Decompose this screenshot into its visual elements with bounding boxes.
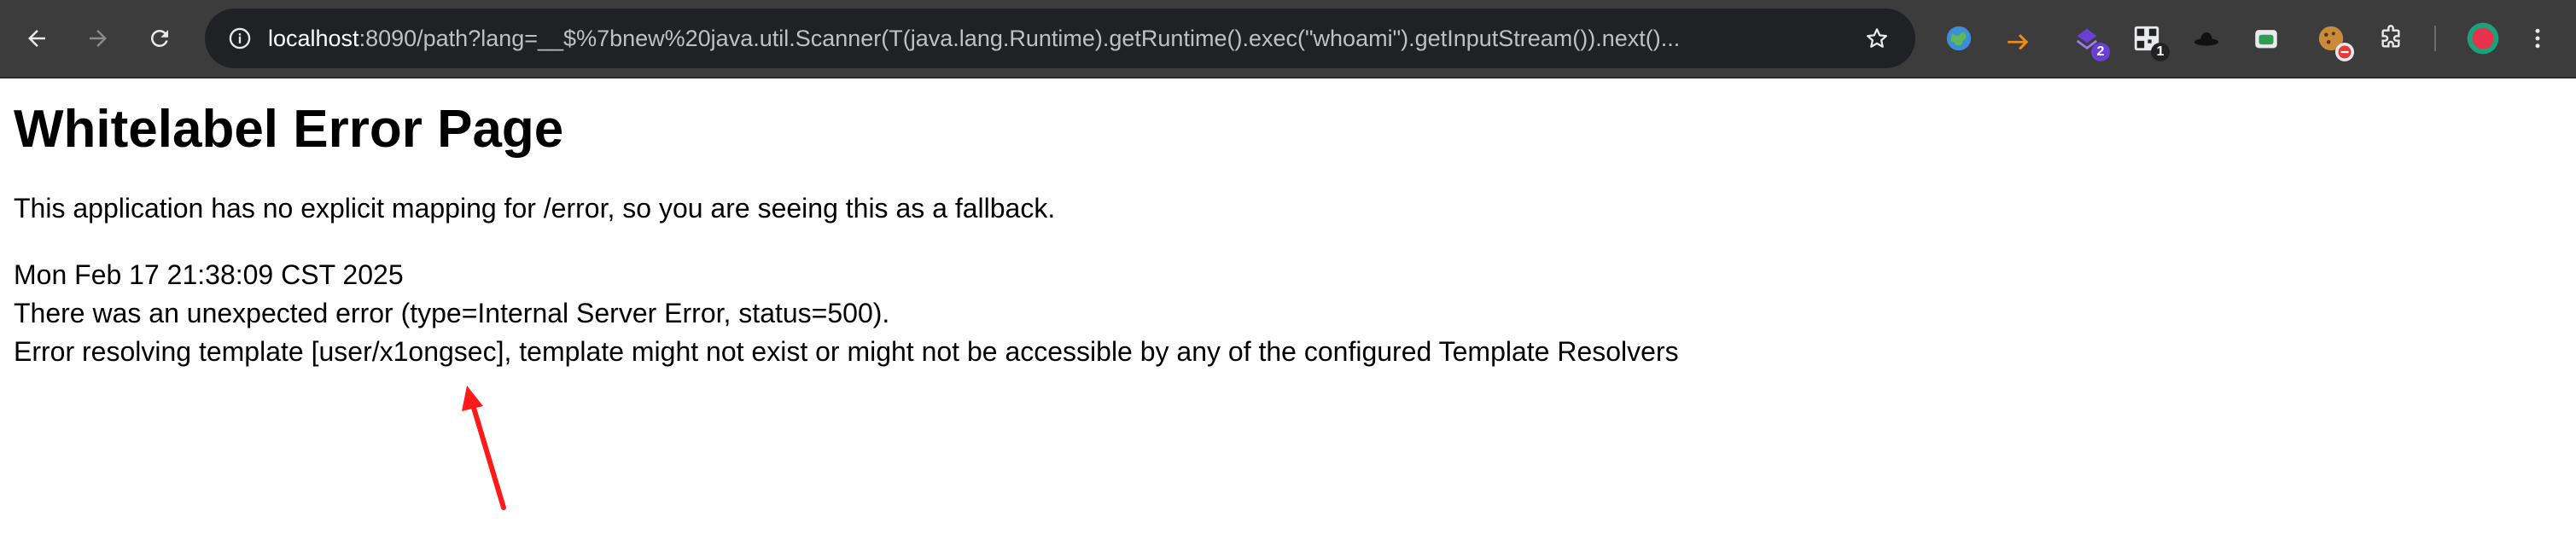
address-bar[interactable]: localhost:8090/path?lang=__$%7bnew%20jav… xyxy=(205,9,1915,68)
red-annotation-arrow-shaft xyxy=(469,397,506,510)
error-detail-text: Error resolving template [user/x1ongsec]… xyxy=(14,336,1679,367)
profile-avatar[interactable] xyxy=(2462,17,2504,60)
site-info-button[interactable] xyxy=(220,19,259,58)
forward-arrow-icon xyxy=(90,30,107,47)
back-arrow-icon xyxy=(28,30,45,47)
url-path: :8090/path?lang=__$%7bnew%20java.util.Sc… xyxy=(358,26,1681,51)
qr-extension-icon[interactable]: 1 xyxy=(2125,17,2170,61)
forward-button[interactable] xyxy=(79,19,118,58)
hat-extension-icon[interactable] xyxy=(2185,17,2228,60)
url-text[interactable]: localhost:8090/path?lang=__$%7bnew%20jav… xyxy=(268,9,1779,68)
browser-toolbar: localhost:8090/path?lang=__$%7bnew%20jav… xyxy=(0,0,2576,78)
browser-menu-button[interactable] xyxy=(2518,19,2557,58)
extension-badge: 1 xyxy=(2151,43,2170,61)
stop-badge-icon xyxy=(2335,43,2354,61)
info-icon xyxy=(229,27,251,49)
arrow-extension-icon[interactable] xyxy=(1997,17,2040,60)
url-host: localhost xyxy=(268,26,359,51)
page-title: Whitelabel Error Page xyxy=(14,100,564,159)
toolbar-separator xyxy=(2434,26,2436,51)
purple-extension-icon[interactable]: 2 xyxy=(2066,17,2110,61)
reload-button[interactable] xyxy=(140,19,179,58)
bookmark-star-button[interactable] xyxy=(1857,19,1897,58)
cookie-extension-icon[interactable] xyxy=(2310,17,2354,61)
reload-icon xyxy=(151,29,168,47)
error-summary-text: There was an unexpected error (type=Inte… xyxy=(14,298,890,328)
green-extension-icon[interactable] xyxy=(2245,17,2288,60)
globe-extension-icon[interactable] xyxy=(1938,17,1980,60)
back-button[interactable] xyxy=(17,19,56,58)
more-vert-icon xyxy=(2535,28,2540,49)
timestamp-text: Mon Feb 17 21:38:09 CST 2025 xyxy=(14,259,404,290)
star-icon xyxy=(1867,28,1887,48)
page-content: Whitelabel Error Page This application h… xyxy=(14,96,2557,371)
intro-text: This application has no explicit mapping… xyxy=(14,193,1056,224)
red-annotation-arrowhead-icon xyxy=(462,386,483,411)
puzzle-extensions-icon[interactable] xyxy=(2369,17,2412,60)
extension-badge: 2 xyxy=(2091,43,2110,61)
